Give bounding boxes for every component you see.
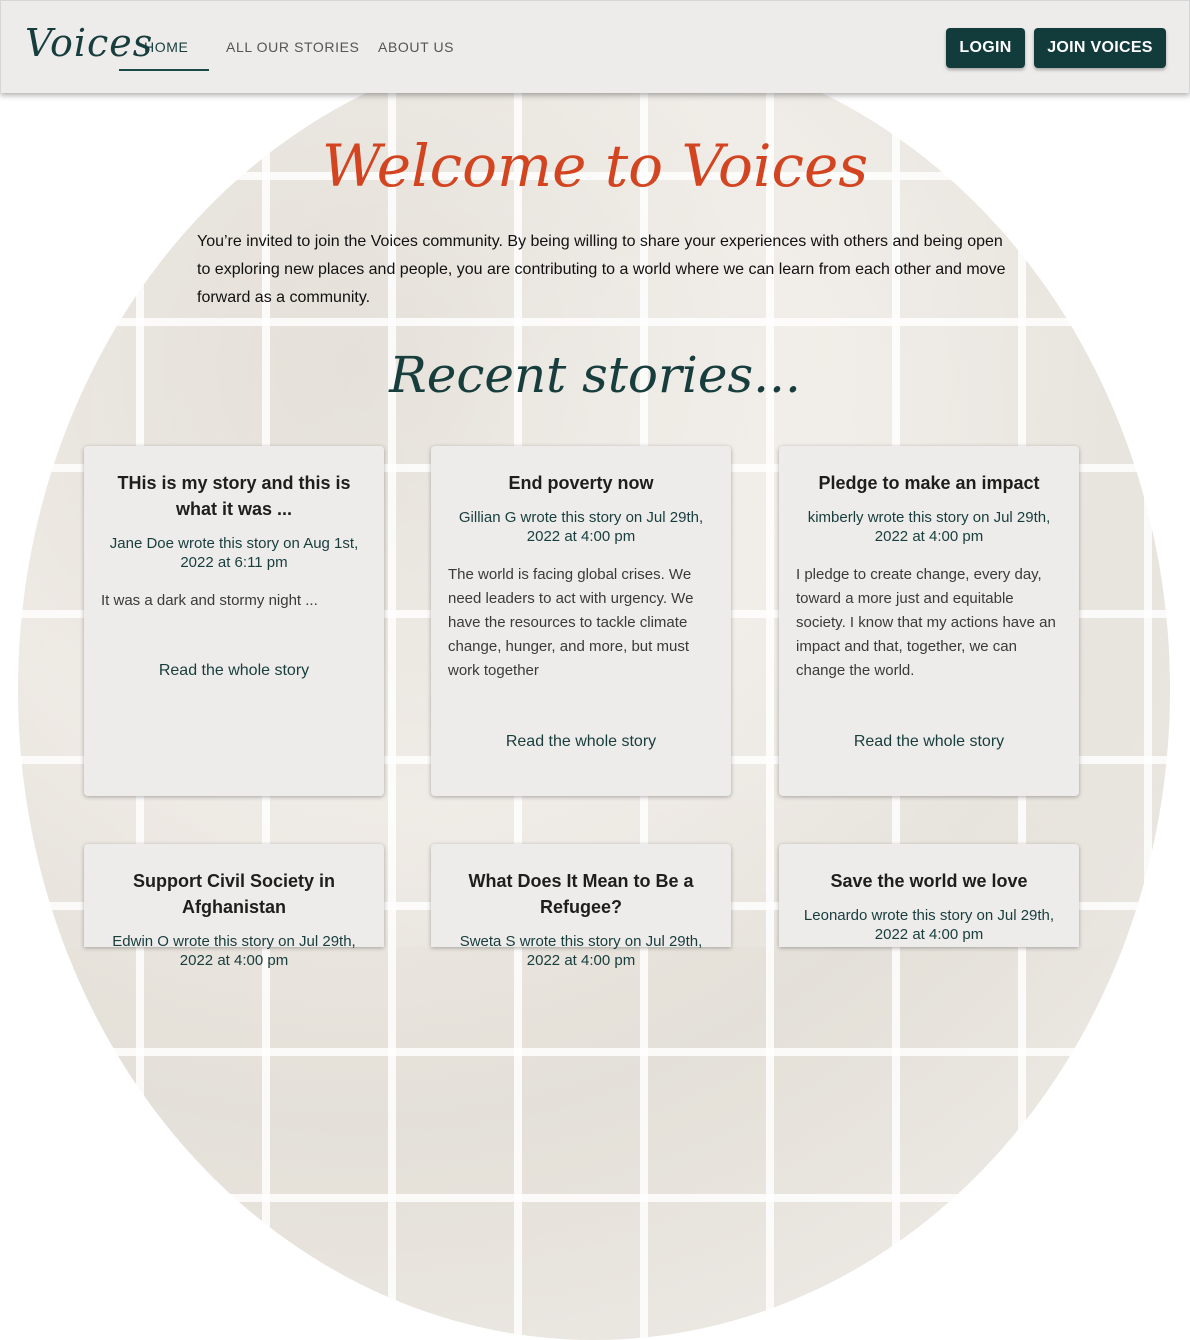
read-story-link[interactable]: Read the whole story xyxy=(84,662,384,680)
story-title[interactable]: Support Civil Society in Afghanistan xyxy=(101,868,367,920)
story-title[interactable]: Save the world we love xyxy=(796,868,1062,894)
read-story-link[interactable]: Read the whole story xyxy=(431,733,731,751)
login-button[interactable]: LOGIN xyxy=(946,28,1025,68)
intro-paragraph: You’re invited to join the Voices commun… xyxy=(197,233,1006,306)
story-author-date: Jane Doe wrote this story on Aug 1st, 20… xyxy=(109,535,359,571)
nav-about-us[interactable]: ABOUT US xyxy=(378,39,454,55)
story-author-date: Edwin O wrote this story on Jul 29th, 20… xyxy=(112,933,356,969)
story-title[interactable]: Pledge to make an impact xyxy=(796,470,1062,496)
story-author-date: Leonardo wrote this story on Jul 29th, 2… xyxy=(803,907,1055,943)
story-card[interactable]: Save the world we love Leonardo wrote th… xyxy=(779,844,1079,947)
top-navbar: Voices HOME ALL OUR STORIES ABOUT US LOG… xyxy=(0,0,1190,93)
story-card[interactable]: Support Civil Society in Afghanistan Edw… xyxy=(84,844,384,969)
page-title: Welcome to Voices xyxy=(321,132,869,200)
story-author-date: Gillian G wrote this story on Jul 29th, … xyxy=(458,509,704,545)
recent-stories-heading: Recent stories... xyxy=(389,346,801,404)
story-excerpt: The world is facing global crises. We ne… xyxy=(448,566,694,679)
nav-all-our-stories[interactable]: ALL OUR STORIES xyxy=(226,39,359,55)
site-logo[interactable]: Voices xyxy=(25,21,153,65)
story-title[interactable]: What Does It Mean to Be a Refugee? xyxy=(448,868,714,920)
nav-active-indicator xyxy=(119,69,209,71)
join-voices-button[interactable]: JOIN VOICES xyxy=(1034,28,1166,68)
story-title[interactable]: End poverty now xyxy=(448,470,714,496)
story-author-date: Sweta S wrote this story on Jul 29th, 20… xyxy=(459,933,703,969)
story-excerpt: I pledge to create change, every day, to… xyxy=(796,566,1056,679)
story-card[interactable]: Pledge to make an impact kimberly wrote … xyxy=(779,446,1079,796)
story-excerpt: It was a dark and stormy night ... xyxy=(101,592,318,609)
nav-home[interactable]: HOME xyxy=(144,39,188,55)
story-author-date: kimberly wrote this story on Jul 29th, 2… xyxy=(807,509,1051,545)
story-card[interactable]: What Does It Mean to Be a Refugee? Sweta… xyxy=(431,844,731,969)
read-story-link[interactable]: Read the whole story xyxy=(779,733,1079,751)
story-card[interactable]: THis is my story and this is what it was… xyxy=(84,446,384,796)
story-card[interactable]: End poverty now Gillian G wrote this sto… xyxy=(431,446,731,796)
story-title[interactable]: THis is my story and this is what it was… xyxy=(101,470,367,522)
